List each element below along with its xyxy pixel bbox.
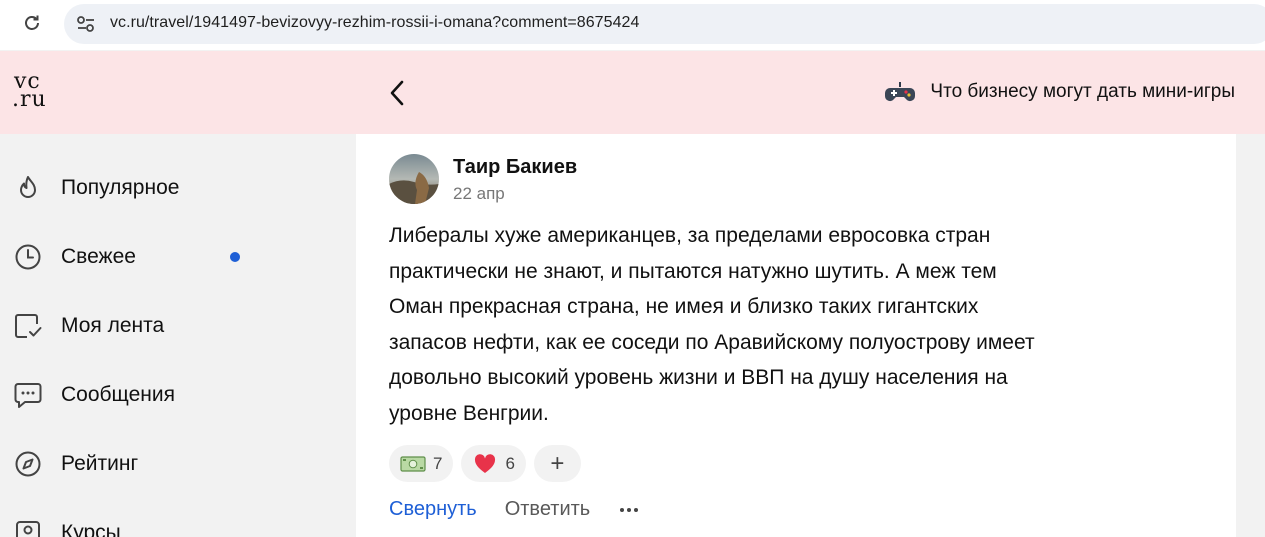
collapse-button[interactable]: Свернуть [389,498,477,521]
chevron-left-icon [390,80,404,106]
person-badge-icon [13,518,43,537]
comment-actions: Свернуть Ответить [389,498,640,521]
sidebar-item-messages[interactable]: Сообщения [0,370,356,420]
reload-icon[interactable] [18,9,46,37]
plus-icon: + [550,449,565,477]
sidebar-item-label: Курсы [61,521,121,537]
comment-line: запасов нефти, как ее соседи по Аравийск… [389,330,1035,354]
sidebar-item-rating[interactable]: Рейтинг [0,439,356,489]
sidebar-item-label: Популярное [61,176,180,199]
money-banknote-icon [400,455,426,473]
avatar[interactable] [389,154,439,204]
feed-check-icon [13,311,43,341]
reaction-heart[interactable]: 6 [461,445,526,482]
reaction-count: 7 [433,453,443,473]
flame-icon [13,173,43,203]
sidebar-item-label: Рейтинг [61,452,139,475]
sidebar-item-courses[interactable]: Курсы [0,508,356,537]
address-bar[interactable]: vc.ru/travel/1941497-bevizovyy-rezhim-ro… [64,4,1265,44]
back-button[interactable] [382,78,412,108]
promo-text: Что бизнесу могут дать мини-игры [930,81,1235,102]
more-horizontal-icon[interactable] [618,500,640,520]
browser-toolbar: vc.ru/travel/1941497-bevizovyy-rezhim-ro… [0,0,1265,50]
reaction-money[interactable]: 7 [389,445,454,482]
tune-icon[interactable] [74,13,98,35]
gamepad-icon [885,82,916,101]
site-logo[interactable]: vc .ru [12,71,56,115]
sidebar-item-popular[interactable]: Популярное [0,163,356,213]
promo-link[interactable]: Что бизнесу могут дать мини-игры [884,79,1235,105]
sidebar-item-label: Моя лента [61,314,165,337]
comment-line: уровне Венгрии. [389,401,549,425]
reaction-count: 6 [505,453,515,473]
sidebar-item-my-feed[interactable]: Моя лента [0,301,356,351]
comment-line: Либералы хуже американцев, за пределами … [389,224,991,247]
logo-line-2: .ru [12,87,47,112]
clock-icon [13,242,43,272]
sidebar-item-label: Свежее [61,245,136,268]
comment-line: довольно высокий уровень жизни и ВВП на … [389,366,1008,389]
add-reaction-button[interactable]: + [533,445,581,482]
reply-button[interactable]: Ответить [505,498,591,521]
comment-line: Оман прекрасная страна, не имея и близко… [389,295,979,318]
compass-icon [13,449,43,479]
author-name[interactable]: Таир Бакиев [453,156,577,179]
chat-bubble-icon [13,380,43,410]
sidebar-item-fresh[interactable]: Свежее [0,232,356,282]
comment-body: Либералы хуже американцев, за пределами … [389,218,1149,431]
sidebar: Популярное Свежее Моя лента Сообщения Ре… [0,134,356,537]
site-header: vc .ru Что бизнесу могут дать мини-игры [0,51,1265,134]
comment-line: практически не знают, и пытаются натужно… [389,259,997,283]
heart-icon [472,453,498,473]
comment-date[interactable]: 22 апр [453,184,505,204]
sidebar-item-label: Сообщения [61,383,175,406]
reactions-bar: 7 6 + [389,445,581,482]
comment-card: Таир Бакиев 22 апр Либералы хуже америка… [356,134,1236,537]
new-indicator-dot [230,252,240,262]
url-text[interactable]: vc.ru/travel/1941497-bevizovyy-rezhim-ro… [110,14,639,32]
